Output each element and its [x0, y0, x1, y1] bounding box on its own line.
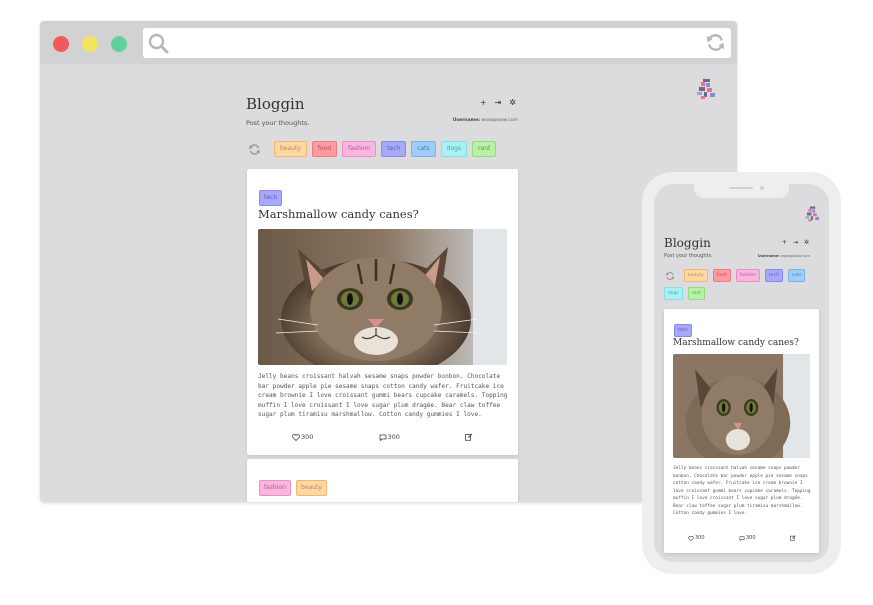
tag-rant[interactable]: rant	[687, 287, 706, 300]
search-icon	[148, 33, 169, 58]
tag-filter-bar: beauty food fashion tech cats dogs rant	[246, 141, 518, 157]
post-body: Jelly beans croissant halvah sesame snap…	[673, 466, 811, 516]
mobile-screen: Bloggin Post your thoughts. + ⇥ ✲ Userna…	[654, 184, 829, 562]
post-image	[258, 229, 507, 365]
tag-cats[interactable]: cats	[787, 269, 806, 282]
reload-icon[interactable]	[705, 32, 726, 57]
comment-icon	[739, 535, 745, 541]
post-body: Jelly beans croissant halvah sesame snap…	[258, 373, 508, 418]
app-title: Bloggin	[246, 95, 305, 113]
tag-beauty[interactable]: beauty	[274, 141, 307, 157]
username-value: wowapwow.com	[481, 118, 518, 123]
post-tag[interactable]: tech	[259, 190, 283, 206]
like-count: 300	[695, 535, 705, 541]
post-card[interactable]: tech Marshmallow candy canes? Jelly bean…	[247, 169, 518, 455]
tag-dogs[interactable]: dogs	[440, 141, 468, 157]
post-tag[interactable]: beauty	[296, 480, 327, 496]
comment-count: 300	[746, 535, 756, 541]
blog-app: Bloggin Post your thoughts. + ⇥ ✲ Userna…	[246, 95, 518, 157]
phone-notch	[694, 184, 789, 198]
like-button[interactable]: 300	[292, 433, 313, 441]
like-count: 300	[301, 433, 314, 441]
comment-count: 300	[387, 433, 400, 441]
heart-icon	[688, 535, 694, 541]
avatar-icon[interactable]	[695, 77, 719, 101]
add-post-icon[interactable]: +	[782, 239, 787, 246]
logout-icon[interactable]: ⇥	[495, 98, 502, 107]
minimize-window-button[interactable]	[82, 36, 98, 52]
browser-toolbar	[40, 21, 737, 64]
post-image	[673, 354, 810, 458]
tag-tech[interactable]: tech	[765, 269, 783, 282]
mobile-device: Bloggin Post your thoughts. + ⇥ ✲ Userna…	[642, 172, 841, 574]
add-post-icon[interactable]: +	[480, 98, 487, 107]
tag-cats[interactable]: cats	[411, 141, 436, 157]
post-title[interactable]: Marshmallow candy canes?	[673, 338, 799, 348]
username-label: Username:	[452, 118, 481, 123]
settings-icon[interactable]: ✲	[509, 98, 516, 107]
header-actions: + ⇥ ✲	[480, 98, 516, 107]
settings-icon[interactable]: ✲	[804, 239, 809, 246]
username-value: wowapwow.com	[780, 254, 810, 258]
mobile-blog-app: Bloggin Post your thoughts. + ⇥ ✲ Userna…	[664, 236, 810, 300]
edit-button[interactable]	[790, 535, 796, 541]
post-title[interactable]: Marshmallow candy canes?	[258, 207, 419, 221]
tag-rant[interactable]: rant	[472, 141, 497, 157]
tag-beauty[interactable]: beauty	[684, 269, 708, 282]
post-card[interactable]: fashion beauty	[247, 459, 518, 502]
comment-button[interactable]: 300	[379, 433, 400, 441]
username: Username: wowapwow.com	[758, 254, 810, 258]
comment-icon	[379, 434, 386, 441]
tag-fashion[interactable]: fashion	[735, 269, 761, 282]
post-card[interactable]: tech Marshmallow candy canes? Jelly bean…	[664, 309, 819, 553]
refresh-icon[interactable]	[664, 269, 676, 282]
refresh-icon[interactable]	[246, 143, 263, 156]
tag-food[interactable]: food	[712, 269, 731, 282]
username: Username: wowapwow.com	[453, 118, 518, 123]
post-footer: 300 300	[292, 433, 473, 441]
tag-dogs[interactable]: dogs	[664, 287, 683, 300]
tag-filter-bar: beauty food fashion tech cats dogs rant	[664, 269, 810, 300]
edit-icon	[465, 433, 473, 441]
edit-button[interactable]	[465, 433, 473, 441]
tag-fashion[interactable]: fashion	[342, 141, 377, 157]
desktop-browser-window: Bloggin Post your thoughts. + ⇥ ✲ Userna…	[40, 21, 737, 502]
logout-icon[interactable]: ⇥	[793, 239, 798, 246]
post-tag[interactable]: tech	[674, 324, 692, 337]
close-window-button[interactable]	[53, 36, 69, 52]
maximize-window-button[interactable]	[111, 36, 127, 52]
post-tag[interactable]: fashion	[259, 480, 291, 496]
like-button[interactable]: 300	[688, 535, 705, 541]
post-footer: 300 300	[688, 535, 796, 541]
edit-icon	[790, 535, 796, 541]
username-label: Username:	[757, 254, 780, 258]
avatar-icon[interactable]	[804, 205, 822, 223]
tag-food[interactable]: food	[311, 141, 338, 157]
header-actions: + ⇥ ✲	[782, 239, 809, 246]
url-bar[interactable]	[143, 28, 731, 58]
comment-button[interactable]: 300	[739, 535, 756, 541]
heart-icon	[292, 433, 300, 441]
tag-tech[interactable]: tech	[381, 141, 407, 157]
